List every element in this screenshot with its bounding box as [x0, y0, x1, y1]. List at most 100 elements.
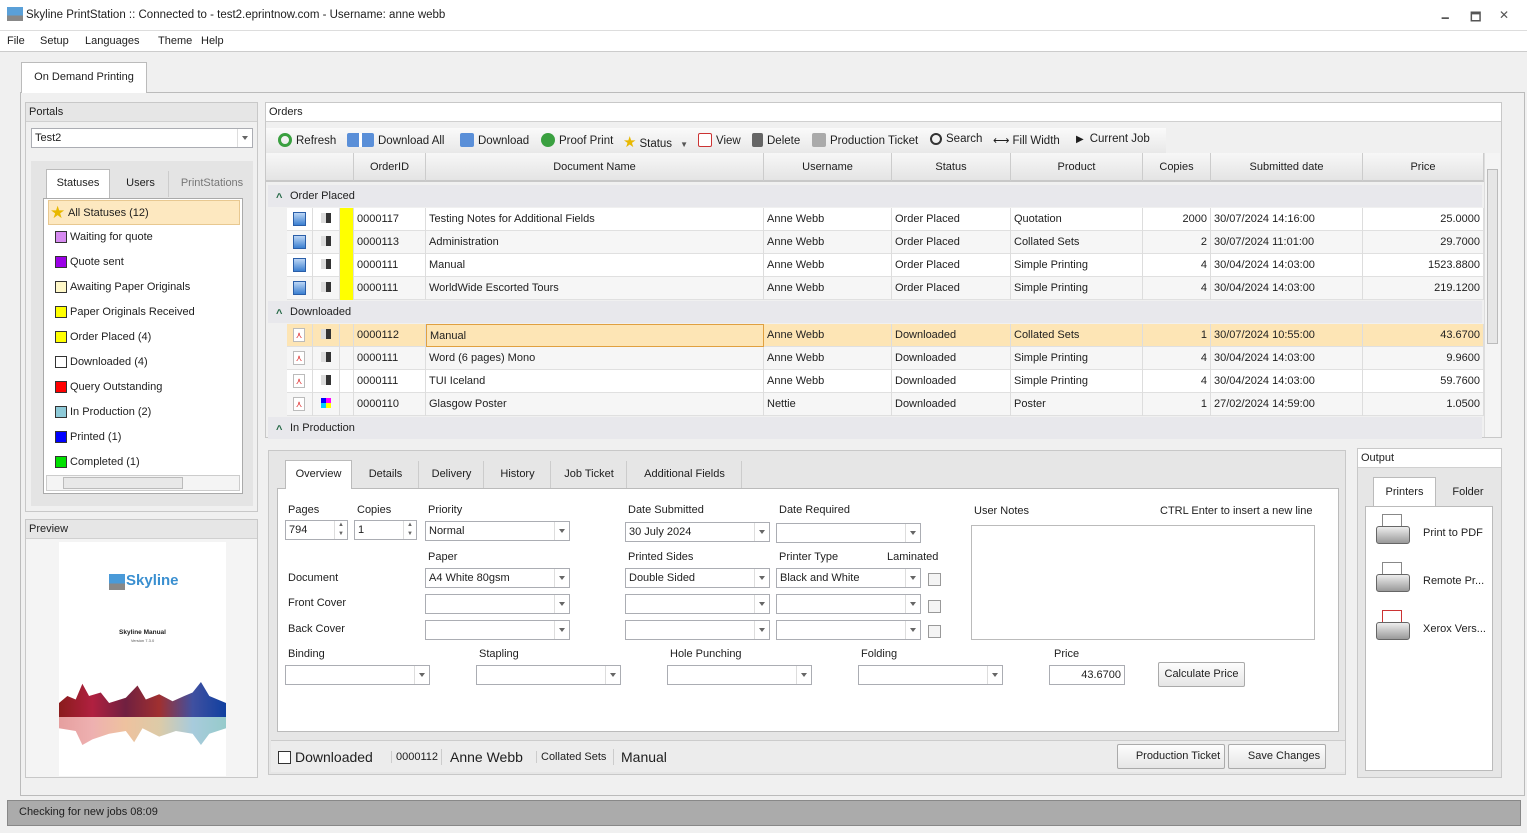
- back-cover-paper-select[interactable]: [425, 620, 570, 640]
- document-printer-type-select[interactable]: Black and White: [776, 568, 921, 588]
- menu-theme[interactable]: Theme: [158, 35, 192, 47]
- front-cover-laminated-checkbox[interactable]: [928, 600, 941, 613]
- pages-stepper[interactable]: 794 ▲ ▼: [285, 520, 348, 540]
- refresh-button[interactable]: Refresh: [278, 133, 336, 147]
- current-job-button[interactable]: ▶ Current Job: [1076, 133, 1150, 145]
- status-item[interactable]: ★ All Statuses (12): [48, 200, 240, 225]
- proof-print-button[interactable]: Proof Print: [541, 133, 613, 147]
- status-item[interactable]: Waiting for quote: [48, 225, 240, 250]
- user-notes-textarea[interactable]: [971, 525, 1315, 640]
- front-cover-paper-select[interactable]: [425, 594, 570, 614]
- date-required-picker[interactable]: [776, 523, 921, 543]
- save-changes-button[interactable]: Save Changes: [1228, 744, 1326, 769]
- status-item[interactable]: Awaiting Paper Originals: [48, 275, 240, 300]
- tab-history[interactable]: History: [485, 461, 551, 488]
- document-paper-select[interactable]: A4 White 80gsm: [425, 568, 570, 588]
- printer-remote[interactable]: Remote Pr...: [1423, 575, 1484, 587]
- chevron-down-icon[interactable]: [237, 129, 252, 147]
- table-row[interactable]: 0000113 Administration Anne Webb Order Plac…: [287, 231, 1484, 254]
- document-laminated-checkbox[interactable]: [928, 573, 941, 586]
- scrollbar-thumb[interactable]: [1487, 169, 1498, 344]
- maximize-button[interactable]: 🗖: [1470, 8, 1481, 29]
- pdf-icon[interactable]: ⋏: [293, 374, 305, 388]
- col-copies[interactable]: Copies: [1143, 153, 1211, 181]
- status-item[interactable]: Query Outstanding: [48, 375, 240, 400]
- table-row[interactable]: ⋏ 0000111 Word (6 pages) Mono Anne Webb Down…: [287, 347, 1484, 370]
- tab-users[interactable]: Users: [113, 171, 169, 197]
- stapling-select[interactable]: [476, 665, 621, 685]
- download-icon[interactable]: [293, 235, 306, 249]
- price-input[interactable]: 43.6700: [1049, 665, 1125, 685]
- back-cover-printed-sides-select[interactable]: [625, 620, 770, 640]
- col-submitted-date[interactable]: Submitted date: [1211, 153, 1363, 181]
- download-icon[interactable]: [293, 212, 306, 226]
- status-item[interactable]: In Production (2): [48, 400, 240, 425]
- view-button[interactable]: View: [698, 133, 741, 147]
- downloaded-checkbox[interactable]: [278, 751, 291, 764]
- status-dropdown-button[interactable]: ★ Status ▼: [623, 133, 688, 151]
- printer-icon[interactable]: [1372, 558, 1412, 600]
- tab-printstations[interactable]: PrintStations: [172, 171, 252, 197]
- col-price[interactable]: Price: [1363, 153, 1484, 181]
- table-row[interactable]: ⋏ 0000110 Glasgow Poster Nettie Downloaded Po…: [287, 393, 1484, 416]
- tab-details[interactable]: Details: [353, 461, 419, 488]
- tab-statuses[interactable]: Statuses: [46, 169, 110, 198]
- col-username[interactable]: Username: [764, 153, 892, 181]
- pdf-icon[interactable]: ⋏: [293, 351, 305, 365]
- status-item[interactable]: Quote sent: [48, 250, 240, 275]
- status-item[interactable]: Paper Originals Received: [48, 300, 240, 325]
- menu-setup[interactable]: Setup: [40, 35, 69, 47]
- production-ticket-button[interactable]: Production Ticket: [812, 133, 918, 147]
- portal-select[interactable]: Test2: [31, 128, 253, 148]
- download-icon[interactable]: [293, 258, 306, 272]
- tab-additional-fields[interactable]: Additional Fields: [628, 461, 742, 488]
- download-button[interactable]: Download: [460, 133, 529, 147]
- folding-select[interactable]: [858, 665, 1003, 685]
- scrollbar-thumb[interactable]: [63, 477, 183, 489]
- tab-on-demand-printing[interactable]: On Demand Printing: [21, 62, 147, 93]
- download-icon[interactable]: [293, 281, 306, 295]
- binding-select[interactable]: [285, 665, 430, 685]
- table-row[interactable]: 0000117 Testing Notes for Additional Fiel…: [287, 208, 1484, 231]
- status-item[interactable]: Order Placed (4): [48, 325, 240, 350]
- hole-punching-select[interactable]: [667, 665, 812, 685]
- tab-printers[interactable]: Printers: [1373, 477, 1436, 507]
- status-item[interactable]: Completed (1): [48, 450, 240, 475]
- front-cover-printer-type-select[interactable]: [776, 594, 921, 614]
- priority-select[interactable]: Normal: [425, 521, 570, 541]
- table-row[interactable]: 0000111 Manual Anne Webb Order Placed Simple…: [287, 254, 1484, 277]
- printer-xerox[interactable]: Xerox Vers...: [1423, 623, 1486, 635]
- tab-folder[interactable]: Folder: [1438, 479, 1498, 506]
- menu-file[interactable]: File: [7, 35, 25, 47]
- printer-icon[interactable]: [1372, 606, 1412, 648]
- fill-width-button[interactable]: ⟷ Fill Width: [993, 133, 1060, 147]
- col-document-name[interactable]: Document Name: [426, 153, 764, 181]
- pdf-icon[interactable]: ⋏: [293, 397, 305, 411]
- menu-languages[interactable]: Languages: [85, 35, 139, 47]
- tab-overview[interactable]: Overview: [285, 460, 352, 489]
- copies-stepper[interactable]: 1 ▲ ▼: [354, 520, 417, 540]
- back-cover-laminated-checkbox[interactable]: [928, 625, 941, 638]
- production-ticket-footer-button[interactable]: Production Ticket: [1117, 744, 1225, 769]
- pdf-icon[interactable]: ⋏: [293, 328, 305, 342]
- table-row[interactable]: ⋏ 0000111 TUI Iceland Anne Webb Downloaded Si…: [287, 370, 1484, 393]
- printer-print-to-pdf[interactable]: Print to PDF: [1423, 527, 1483, 539]
- status-item[interactable]: Downloaded (4): [48, 350, 240, 375]
- close-button[interactable]: ✕: [1499, 8, 1509, 22]
- tab-job-ticket[interactable]: Job Ticket: [552, 461, 627, 488]
- group-header[interactable]: Downloaded: [268, 301, 1482, 325]
- table-row[interactable]: ⋏ 0000112 Manual Anne Webb Downloaded Collate…: [287, 324, 1484, 347]
- printer-icon[interactable]: [1372, 510, 1412, 552]
- search-button[interactable]: Search: [930, 133, 982, 145]
- vertical-scrollbar[interactable]: [1484, 153, 1500, 437]
- col-orderid[interactable]: OrderID: [354, 153, 426, 181]
- col-product[interactable]: Product: [1011, 153, 1143, 181]
- back-cover-printer-type-select[interactable]: [776, 620, 921, 640]
- delete-button[interactable]: Delete: [752, 133, 800, 147]
- front-cover-printed-sides-select[interactable]: [625, 594, 770, 614]
- group-header[interactable]: In Production: [268, 417, 1482, 441]
- table-row[interactable]: 0000111 WorldWide Escorted Tours Anne Webb…: [287, 277, 1484, 300]
- group-header[interactable]: Order Placed: [268, 185, 1482, 209]
- minimize-button[interactable]: 🗕: [1441, 8, 1450, 29]
- horizontal-scrollbar[interactable]: [46, 475, 240, 491]
